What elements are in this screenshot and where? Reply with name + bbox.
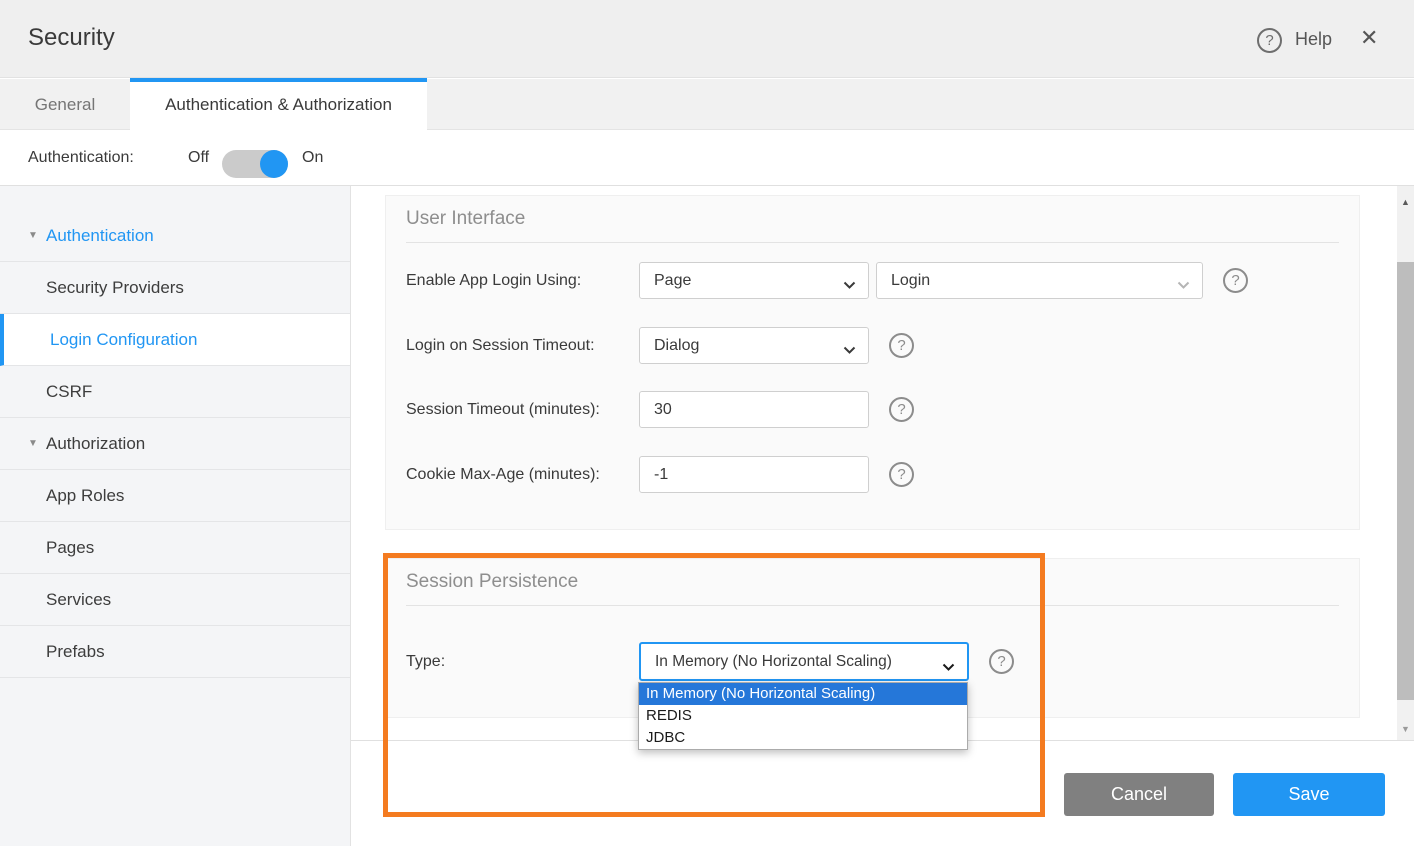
section-title: Session Persistence <box>406 571 578 593</box>
sidebar-item-security-providers[interactable]: Security Providers <box>0 262 350 314</box>
scroll-up-icon[interactable]: ▲ <box>1397 194 1414 211</box>
sidebar-section-label: Authorization <box>46 434 145 453</box>
close-icon[interactable]: ✕ <box>1360 25 1378 51</box>
tab-general[interactable]: General <box>0 79 130 130</box>
chevron-down-icon <box>843 277 856 295</box>
help-icon[interactable]: ? <box>889 462 914 487</box>
login-page-select[interactable]: Login <box>876 262 1203 299</box>
select-value: Login <box>891 263 930 298</box>
scrollbar-thumb[interactable] <box>1397 262 1414 700</box>
enable-app-login-select[interactable]: Page <box>639 262 869 299</box>
sidebar-item-prefabs[interactable]: Prefabs <box>0 626 350 678</box>
select-value: Dialog <box>654 328 699 363</box>
chevron-down-icon <box>843 342 856 360</box>
field-label: Session Timeout (minutes): <box>406 391 600 428</box>
help-icon[interactable]: ? <box>1257 28 1282 53</box>
divider <box>406 605 1339 606</box>
dropdown-option-in-memory[interactable]: In Memory (No Horizontal Scaling) <box>639 683 967 705</box>
user-interface-section: User Interface Enable App Login Using: P… <box>385 195 1360 530</box>
authentication-toggle-label: Authentication: <box>28 130 134 186</box>
sidebar-item-pages[interactable]: Pages <box>0 522 350 574</box>
toggle-off-label: Off <box>188 130 209 186</box>
help-link[interactable]: Help <box>1295 29 1332 50</box>
save-button[interactable]: Save <box>1233 773 1385 816</box>
security-dialog: Security ? Help ✕ General Authentication… <box>0 0 1414 846</box>
vertical-scrollbar[interactable]: ▲ ▼ <box>1397 186 1414 740</box>
dropdown-option-jdbc[interactable]: JDBC <box>639 727 967 749</box>
cookie-max-age-input[interactable] <box>639 456 869 493</box>
sidebar-item-csrf[interactable]: CSRF <box>0 366 350 418</box>
enable-app-login-row: Enable App Login Using: Page Login ? <box>386 262 1359 299</box>
divider <box>406 242 1339 243</box>
authentication-toggle[interactable] <box>222 150 288 178</box>
help-icon[interactable]: ? <box>1223 268 1248 293</box>
session-persistence-type-select[interactable]: In Memory (No Horizontal Scaling) <box>639 642 969 681</box>
sidebar-item-login-configuration[interactable]: Login Configuration <box>0 314 350 366</box>
tab-authentication-authorization[interactable]: Authentication & Authorization <box>130 78 427 131</box>
sidebar-item-services[interactable]: Services <box>0 574 350 626</box>
page-title: Security <box>28 24 115 52</box>
caret-down-icon: ▼ <box>28 210 38 261</box>
field-label: Enable App Login Using: <box>406 262 581 299</box>
chevron-down-icon <box>1177 277 1190 295</box>
toggle-on-label: On <box>302 130 323 186</box>
field-label: Login on Session Timeout: <box>406 327 595 364</box>
cookie-max-age-row: Cookie Max-Age (minutes): ? <box>386 456 1359 493</box>
type-select-dropdown: In Memory (No Horizontal Scaling) REDIS … <box>638 682 968 750</box>
session-timeout-row: Session Timeout (minutes): ? <box>386 391 1359 428</box>
cancel-button[interactable]: Cancel <box>1064 773 1214 816</box>
chevron-down-icon <box>942 659 955 677</box>
help-icon[interactable]: ? <box>889 333 914 358</box>
caret-down-icon: ▼ <box>28 418 38 469</box>
sidebar-section-authorization[interactable]: ▼ Authorization <box>0 418 350 470</box>
section-title: User Interface <box>406 208 525 230</box>
dropdown-option-redis[interactable]: REDIS <box>639 705 967 727</box>
toggle-knob <box>260 150 288 178</box>
session-persistence-type-row: Type: In Memory (No Horizontal Scaling) … <box>386 642 1359 681</box>
field-label: Type: <box>406 642 445 681</box>
sidebar-item-app-roles[interactable]: App Roles <box>0 470 350 522</box>
dialog-header: Security ? Help ✕ <box>0 0 1414 78</box>
login-on-session-timeout-select[interactable]: Dialog <box>639 327 869 364</box>
login-on-session-timeout-row: Login on Session Timeout: Dialog ? <box>386 327 1359 364</box>
sidebar-section-authentication[interactable]: ▼ Authentication <box>0 210 350 262</box>
help-icon[interactable]: ? <box>889 397 914 422</box>
select-value: Page <box>654 263 691 298</box>
sidebar-section-label: Authentication <box>46 226 154 245</box>
session-timeout-input[interactable] <box>639 391 869 428</box>
sidebar: ▼ Authentication Security Providers Logi… <box>0 186 351 846</box>
authentication-toggle-row: Authentication: Off On <box>0 130 1414 186</box>
scroll-down-icon[interactable]: ▼ <box>1397 721 1414 738</box>
help-icon[interactable]: ? <box>989 649 1014 674</box>
field-label: Cookie Max-Age (minutes): <box>406 456 600 493</box>
select-value: In Memory (No Horizontal Scaling) <box>655 644 892 679</box>
